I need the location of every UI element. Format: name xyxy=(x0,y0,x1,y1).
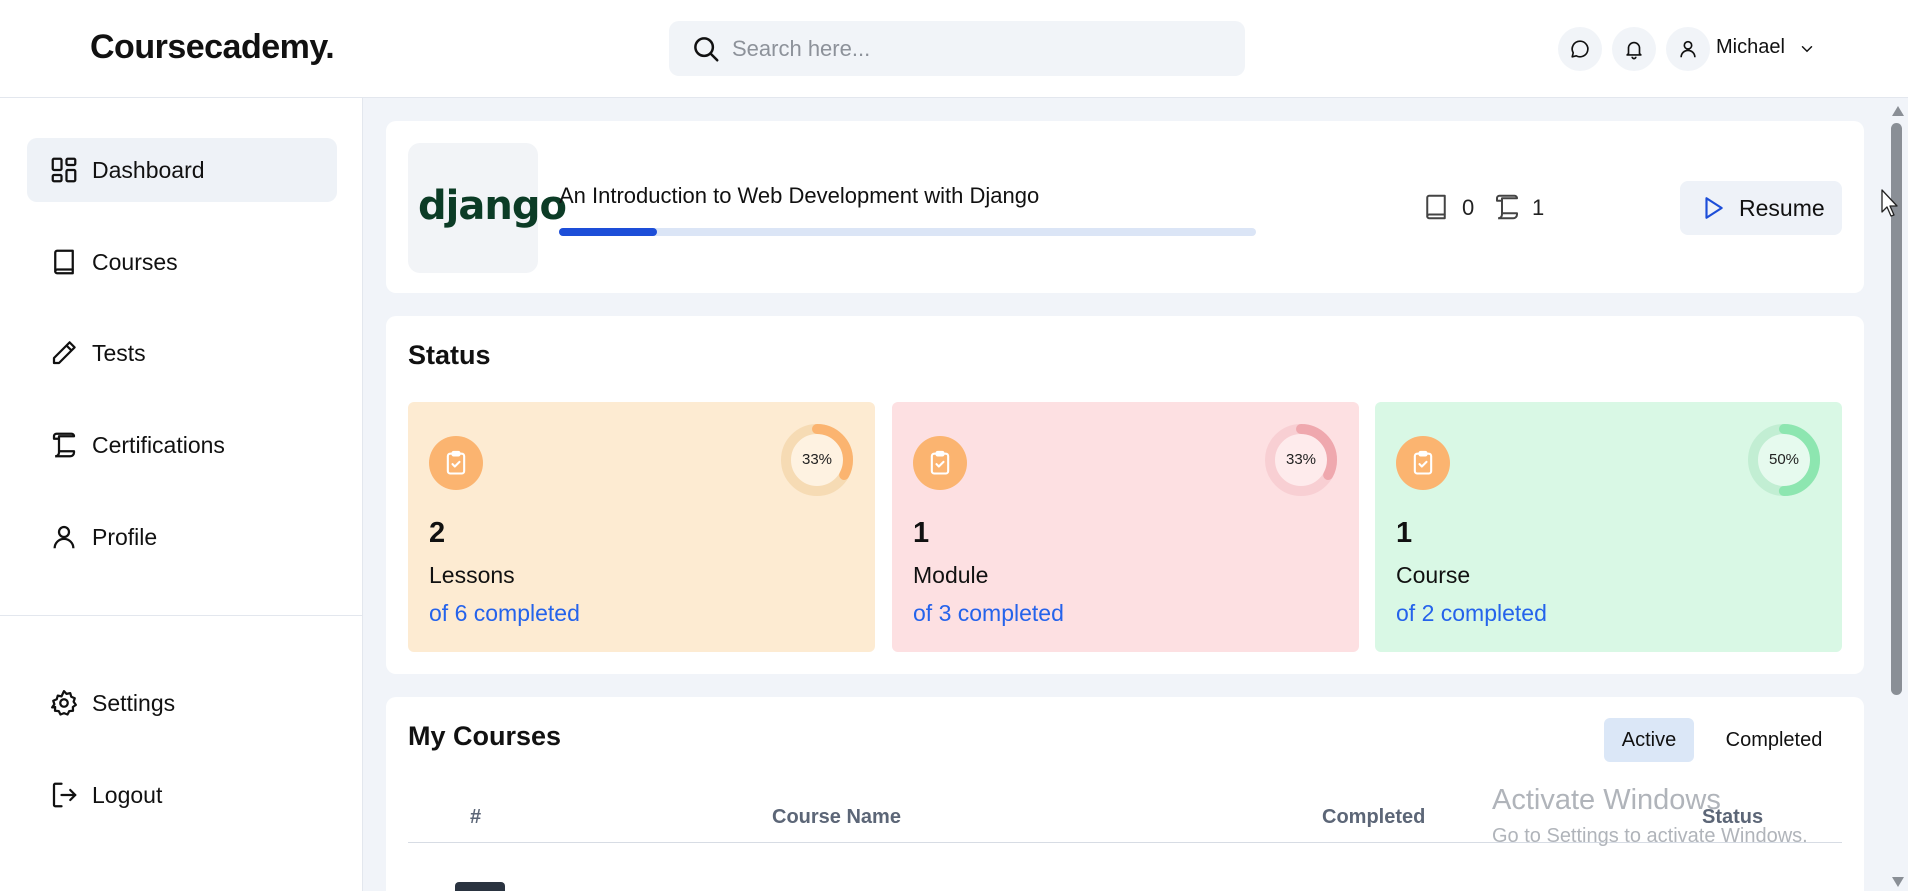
activation-watermark-subtitle: Go to Settings to activate Windows. xyxy=(1492,825,1808,847)
progress-ring-label: 33% xyxy=(801,451,833,468)
grid-icon xyxy=(51,157,77,183)
lessons-count: 0 xyxy=(1462,195,1475,220)
course-title[interactable]: An Introduction to Web Development with … xyxy=(559,183,1039,209)
clipboard-badge xyxy=(913,436,967,490)
column-header-number: # xyxy=(470,806,482,828)
tab-active[interactable]: Active xyxy=(1604,718,1694,762)
sidebar-item-label: Courses xyxy=(92,249,178,275)
status-card-module: 33% 1 Module of 3 completed xyxy=(892,402,1359,652)
resume-label: Resume xyxy=(1739,195,1825,221)
column-header-course-name: Course Name xyxy=(772,806,901,828)
gear-icon xyxy=(51,690,77,716)
book-icon xyxy=(54,249,74,275)
certificates-count: 1 xyxy=(1532,195,1545,220)
user-icon xyxy=(1680,40,1696,58)
search-bar[interactable]: Search here... xyxy=(669,21,1245,76)
chat-icon xyxy=(1571,40,1589,58)
sidebar-item-label: Settings xyxy=(92,690,176,716)
logout-icon xyxy=(52,782,77,808)
search-icon xyxy=(694,37,719,62)
status-subtext: of 3 completed xyxy=(913,600,1064,626)
search-input[interactable]: Search here... xyxy=(732,36,870,62)
pencil-icon xyxy=(52,341,76,365)
brand-logo[interactable]: Coursecademy. xyxy=(90,28,335,67)
chevron-down-icon[interactable] xyxy=(1798,40,1816,58)
top-bar: Coursecademy. Search here... Michael xyxy=(0,0,1908,98)
course-logo[interactable]: django xyxy=(408,143,567,273)
section-title: Status xyxy=(408,340,491,370)
scroll-icon xyxy=(52,432,76,458)
messages-button[interactable] xyxy=(1558,27,1602,71)
progress-ring-label: 50% xyxy=(1768,451,1800,468)
clipboard-badge xyxy=(429,436,483,490)
progress-ring-label: 33% xyxy=(1285,451,1317,468)
sidebar-divider xyxy=(0,615,363,616)
status-section: Status 33% 2 Lessons of 6 completed 33% … xyxy=(386,316,1864,674)
sidebar-item-tests[interactable]: Tests xyxy=(27,321,337,385)
scroll-up-arrow[interactable] xyxy=(1892,106,1904,116)
status-card-course: 50% 1 Course of 2 completed xyxy=(1375,402,1842,652)
sidebar-item-label: Logout xyxy=(92,782,163,808)
avatar[interactable] xyxy=(1666,27,1710,71)
status-count: 2 xyxy=(429,517,446,549)
sidebar-item-logout[interactable]: Logout xyxy=(27,763,337,827)
sidebar-item-profile[interactable]: Profile xyxy=(27,505,337,569)
clipboard-badge xyxy=(1396,436,1450,490)
resume-button[interactable]: Resume xyxy=(1680,181,1842,235)
status-name: Module xyxy=(913,562,989,588)
sidebar: Dashboard Courses Tests Certifications P… xyxy=(0,98,363,891)
column-header-completed: Completed xyxy=(1322,806,1426,828)
user-icon xyxy=(53,525,75,549)
status-name: Course xyxy=(1396,562,1471,588)
section-title: My Courses xyxy=(408,721,562,751)
activation-watermark-title: Activate Windows xyxy=(1492,784,1721,816)
clipboard-check-icon xyxy=(1413,450,1433,475)
scroll-down-arrow[interactable] xyxy=(1892,877,1904,887)
status-subtext: of 6 completed xyxy=(429,600,580,626)
notifications-button[interactable] xyxy=(1612,27,1656,71)
book-icon xyxy=(1426,194,1446,220)
current-course-card: django An Introduction to Web Developmen… xyxy=(386,121,1864,293)
status-card-lessons: 33% 2 Lessons of 6 completed xyxy=(408,402,875,652)
tab-completed[interactable]: Completed xyxy=(1706,718,1842,762)
play-icon xyxy=(1705,197,1723,219)
user-menu-name[interactable]: Michael xyxy=(1716,36,1785,59)
course-thumbnail[interactable] xyxy=(455,882,505,891)
scroll-icon xyxy=(1496,194,1518,220)
clipboard-check-icon xyxy=(446,450,466,475)
sidebar-item-certifications[interactable]: Certifications xyxy=(27,413,337,477)
sidebar-item-label: Tests xyxy=(92,340,146,366)
sidebar-item-label: Profile xyxy=(92,524,158,550)
sidebar-item-settings[interactable]: Settings xyxy=(27,671,337,735)
status-count: 1 xyxy=(1396,517,1413,549)
course-logo-text: django xyxy=(418,183,567,229)
mouse-cursor-icon xyxy=(1881,189,1898,217)
sidebar-item-dashboard[interactable]: Dashboard xyxy=(27,138,337,202)
course-progress-bar xyxy=(559,228,1256,236)
status-name: Lessons xyxy=(429,562,515,588)
clipboard-check-icon xyxy=(930,450,950,475)
course-progress-fill xyxy=(559,228,657,236)
status-count: 1 xyxy=(913,517,930,549)
sidebar-item-label: Certifications xyxy=(92,432,225,458)
sidebar-item-label: Dashboard xyxy=(92,157,205,183)
status-subtext: of 2 completed xyxy=(1396,600,1547,626)
sidebar-item-courses[interactable]: Courses xyxy=(27,230,337,294)
bell-icon xyxy=(1626,41,1642,60)
